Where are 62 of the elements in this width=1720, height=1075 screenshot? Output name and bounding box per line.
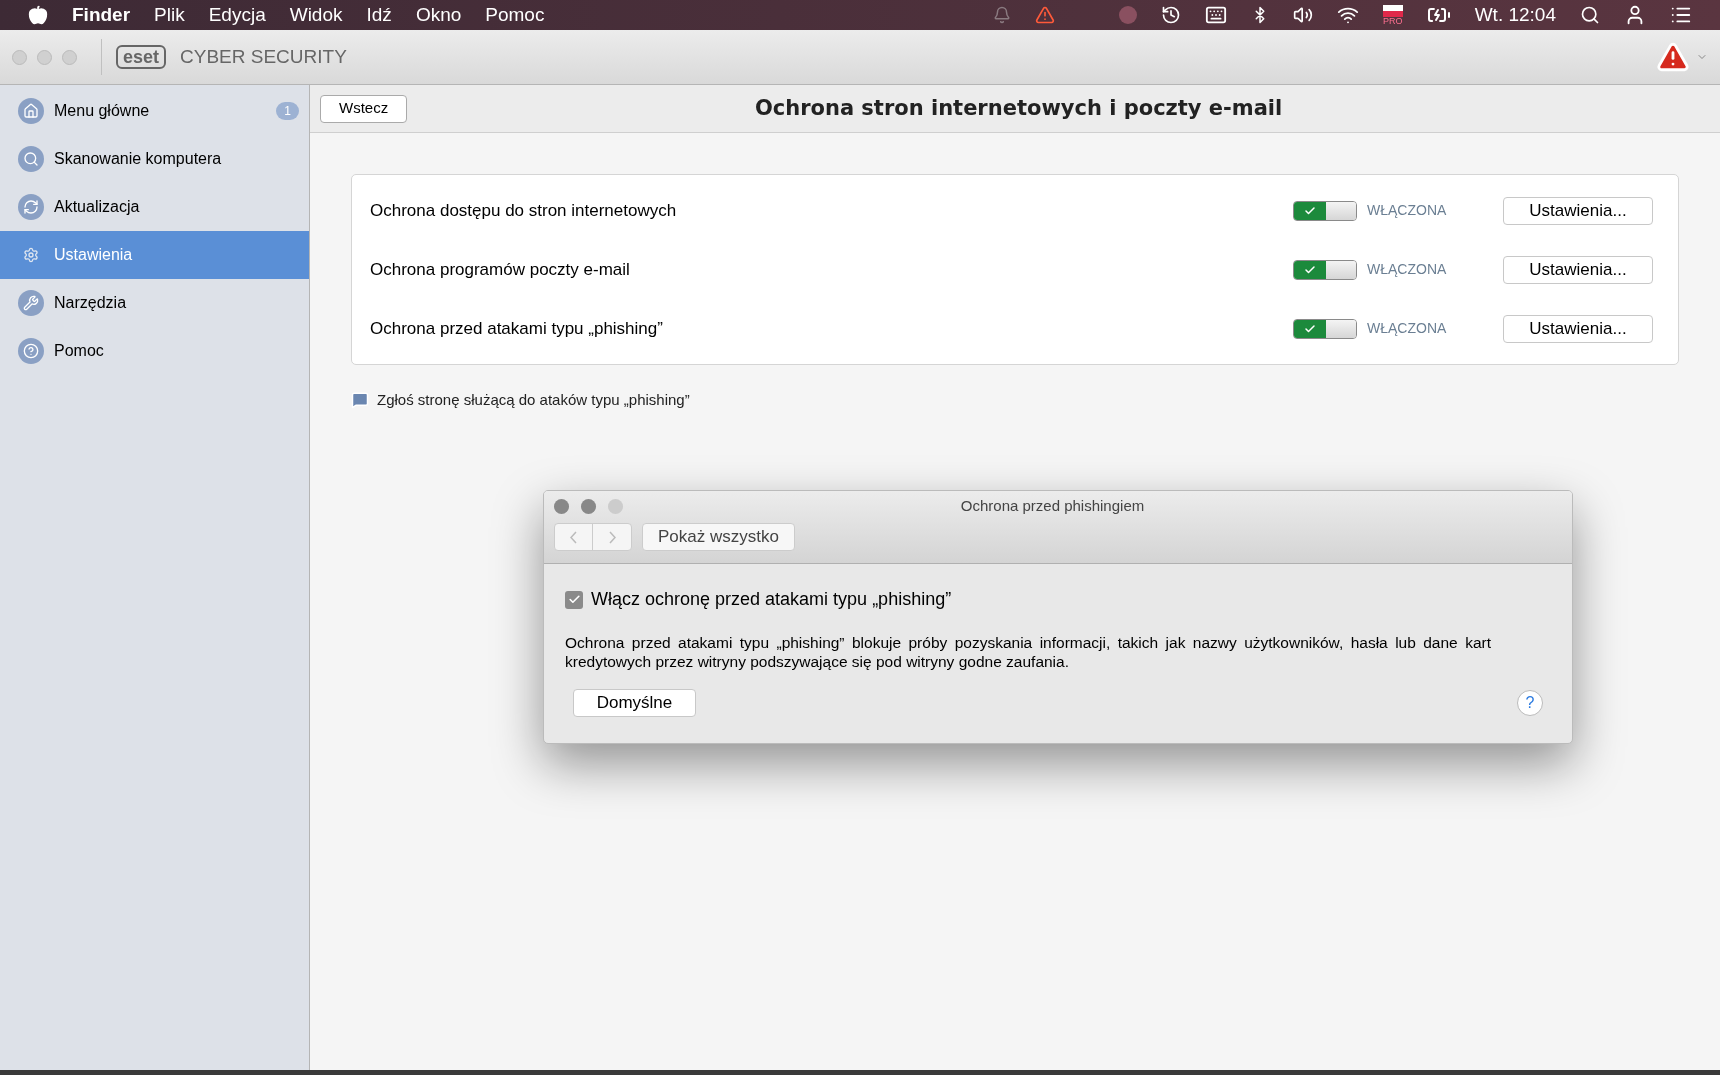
history-icon[interactable]	[1160, 5, 1181, 25]
description-text: Ochrona przed atakami typu „phishing” blokuje próby pozyskania informacji, takich jak nazwy użytkowników, hasła lub dane kart kredytowych przez witryny podszywające się pod witryny godne zaufania.	[565, 633, 1491, 671]
clock[interactable]: Wt. 12:04	[1474, 0, 1556, 30]
status-label: WŁĄCZONA	[1367, 260, 1448, 279]
setting-label: Ochrona programów poczty e-mail	[370, 258, 631, 281]
comment-icon	[351, 391, 369, 410]
sidebar-item[interactable]: Menu główne 1	[0, 87, 309, 135]
settings-button[interactable]: Ustawienia...	[1503, 314, 1653, 343]
toggle-switch[interactable]	[1293, 200, 1357, 221]
menu-item[interactable]: Pomoc	[485, 0, 545, 30]
menu-item[interactable]: Idź	[366, 0, 392, 30]
setting-label: Ochrona dostępu do stron internetowych	[370, 199, 678, 222]
flag-icon[interactable]	[1382, 4, 1403, 17]
window-title: CYBER SECURITY	[180, 44, 347, 69]
search-icon[interactable]	[1580, 5, 1600, 25]
volume-icon[interactable]	[1292, 5, 1313, 25]
default-button[interactable]: Domyślne	[573, 689, 696, 717]
settings-button[interactable]: Ustawienia...	[1503, 196, 1653, 225]
window-control[interactable]	[554, 498, 569, 514]
sidebar-item[interactable]: Pomoc	[0, 327, 309, 375]
home-icon	[18, 98, 44, 124]
window-control[interactable]	[581, 498, 596, 514]
menu-item[interactable]: Okno	[415, 0, 462, 30]
show-all-button[interactable]: Pokaż wszystko	[642, 523, 795, 551]
checkbox-label: Włącz ochronę przed atakami typu „phishing”	[591, 588, 952, 611]
menu-item[interactable]: Plik	[154, 0, 185, 30]
check-icon	[1304, 204, 1316, 217]
sidebar-item[interactable]: Aktualizacja	[0, 183, 309, 231]
toggle-switch[interactable]	[1293, 259, 1357, 280]
status-label: WŁĄCZONA	[1367, 319, 1448, 338]
status-label: WŁĄCZONA	[1367, 201, 1448, 220]
sidebar-item[interactable]: Skanowanie komputera	[0, 135, 309, 183]
report-link[interactable]: Zgłoś stronę służącą do ataków typu „phishing”	[377, 389, 690, 412]
help-button[interactable]: ?	[1517, 690, 1543, 716]
chevron-right-icon	[608, 530, 616, 544]
sidebar-item[interactable]: Narzędzia	[0, 279, 309, 327]
check-icon	[567, 593, 581, 606]
wrench-icon	[18, 290, 44, 316]
menu-item[interactable]: Finder	[72, 0, 131, 30]
warning-icon[interactable]	[1034, 5, 1055, 25]
search-icon	[18, 146, 44, 172]
apple-icon[interactable]	[28, 5, 48, 25]
toggle-switch[interactable]	[1293, 318, 1357, 339]
setting-label: Ochrona przed atakami typu „phishing”	[370, 317, 664, 340]
help-icon	[18, 338, 44, 364]
settings-button[interactable]: Ustawienia...	[1503, 255, 1653, 284]
bell-icon[interactable]	[992, 6, 1011, 24]
page-title: Ochrona stron internetowych i poczty e-mail	[753, 94, 1284, 122]
refresh-icon	[18, 194, 44, 220]
count-badge: 1	[276, 102, 299, 120]
check-icon	[1304, 263, 1316, 276]
back-button[interactable]: Wstecz	[320, 94, 408, 123]
flag-label: PRO	[1382, 16, 1403, 26]
keyboard-icon[interactable]	[1204, 4, 1227, 26]
dialog-title: Ochrona przed phishingiem	[959, 495, 1146, 516]
menu-item[interactable]: Edycja	[208, 0, 266, 30]
menu-item[interactable]: Widok	[289, 0, 343, 30]
check-icon	[1304, 322, 1316, 335]
warning-icon[interactable]	[1656, 40, 1690, 74]
checkbox[interactable]	[565, 590, 583, 609]
chevron-left-icon	[570, 530, 577, 544]
logo: eset	[116, 45, 167, 69]
